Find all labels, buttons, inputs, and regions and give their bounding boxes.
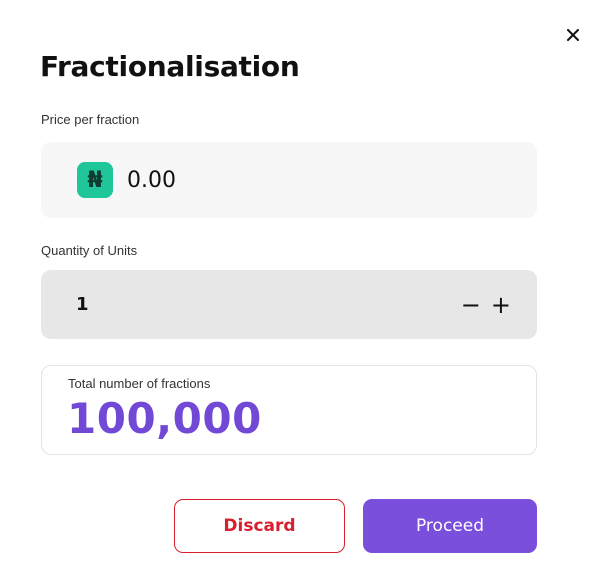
total-fractions-label: Total number of fractions <box>68 376 211 391</box>
stepper-controls: − + <box>461 293 511 317</box>
quantity-of-units-label: Quantity of Units <box>41 243 138 258</box>
total-fractions-value: 100,000 <box>67 394 262 443</box>
price-per-fraction-field[interactable]: ₦ 0.00 <box>41 142 537 218</box>
decrement-button[interactable]: − <box>461 293 481 317</box>
proceed-button[interactable]: Proceed <box>363 499 537 553</box>
quantity-value[interactable]: 1 <box>76 294 89 315</box>
naira-icon: ₦ <box>77 162 113 198</box>
close-button[interactable] <box>562 24 584 46</box>
fractionalisation-modal: Fractionalisation Price per fraction ₦ 0… <box>0 0 597 584</box>
total-fractions-box: Total number of fractions 100,000 <box>41 365 537 455</box>
price-per-fraction-label: Price per fraction <box>41 112 140 127</box>
quantity-stepper[interactable]: 1 − + <box>41 270 537 339</box>
increment-button[interactable]: + <box>491 293 511 317</box>
modal-title: Fractionalisation <box>40 50 300 83</box>
price-value: 0.00 <box>127 167 176 193</box>
currency-symbol: ₦ <box>87 167 103 193</box>
discard-button[interactable]: Discard <box>174 499 345 553</box>
close-icon <box>567 29 579 41</box>
